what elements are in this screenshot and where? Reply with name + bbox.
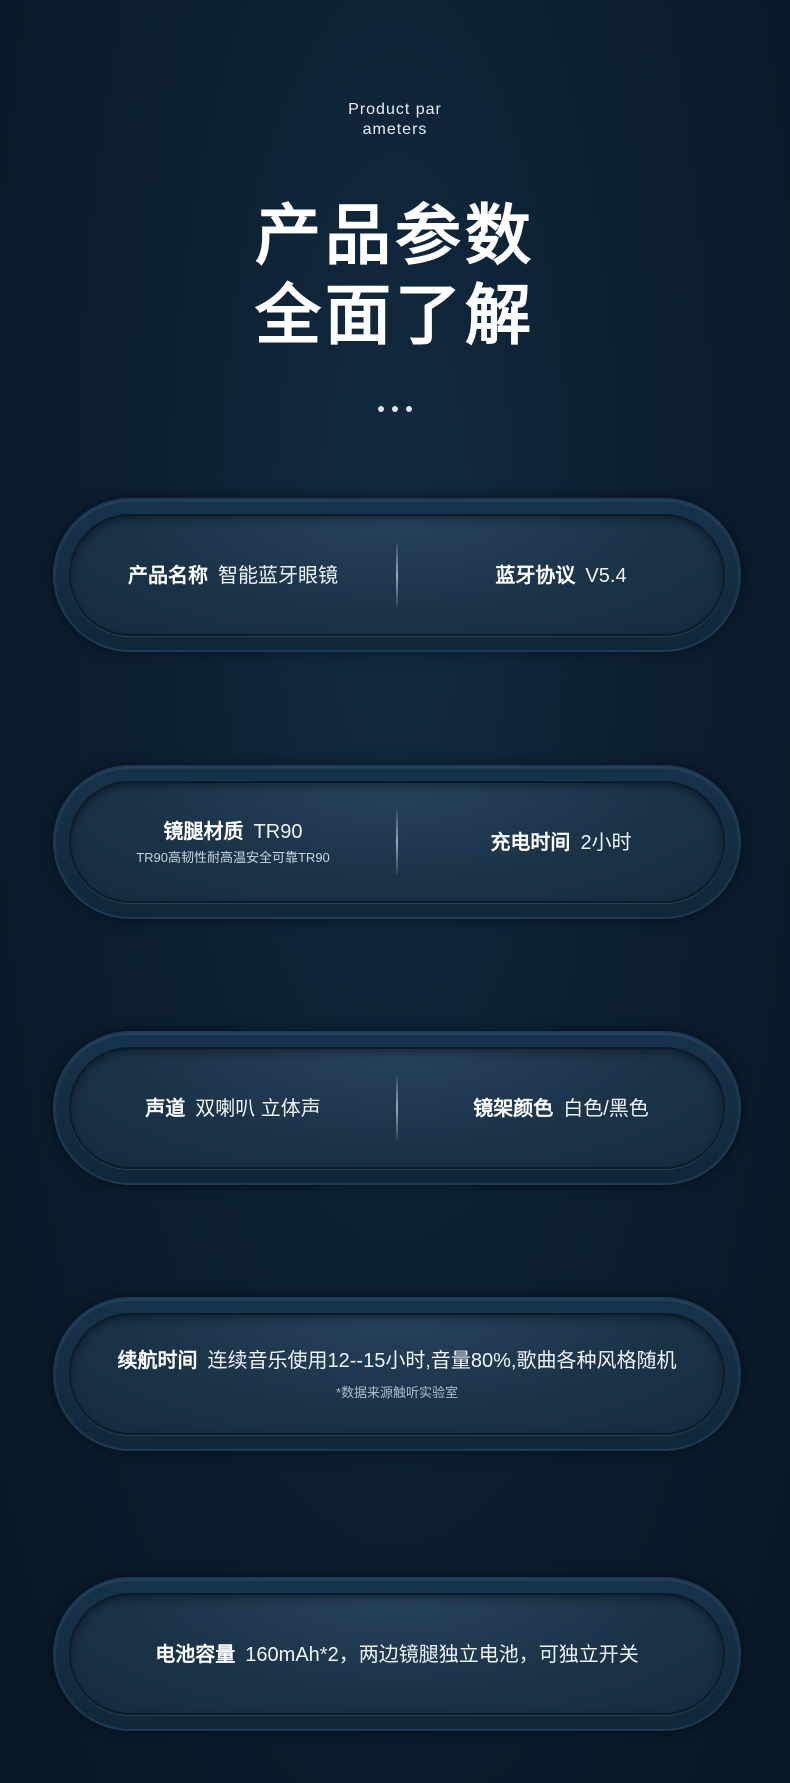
param-note: *数据来源触听实验室	[335, 1384, 459, 1400]
param-card-name-bluetooth: 产品名称 智能蓝牙眼镜 蓝牙协议 V5.4	[55, 500, 739, 650]
param-value: 160mAh*2，两边镜腿独立电池，可独立开关	[245, 1643, 639, 1666]
param-card-endurance: 续航时间 连续音乐使用12--15小时,音量80%,歌曲各种风格随机 *数据来源触…	[55, 1299, 739, 1449]
param-channel: 声道 双喇叭 立体声	[69, 1047, 397, 1169]
divider	[396, 543, 398, 607]
param-label: 镜腿材质	[163, 818, 244, 843]
param-label: 镜架颜色	[473, 1095, 554, 1120]
section-title: 产品参数 全面了解	[255, 197, 535, 354]
param-label: 电池容量	[155, 1641, 236, 1666]
param-label: 产品名称	[128, 562, 208, 587]
section-subtitle: Product par ameters	[348, 101, 442, 138]
divider	[396, 1076, 398, 1140]
param-note: TR90高韧性耐高温安全可靠TR90	[136, 849, 330, 865]
page-header: Product par ameters 产品参数 全面了解	[0, 0, 790, 430]
param-label: 蓝牙协议	[495, 562, 576, 587]
param-value: 2小时	[580, 831, 632, 854]
param-value: 智能蓝牙眼镜	[218, 564, 338, 587]
ellipsis-dots-icon	[378, 406, 412, 414]
param-bluetooth: 蓝牙协议 V5.4	[397, 514, 725, 636]
param-label: 声道	[145, 1095, 186, 1120]
param-label: 续航时间	[117, 1347, 198, 1372]
param-value: V5.4	[585, 564, 627, 587]
param-battery: 电池容量 160mAh*2，两边镜腿独立电池，可独立开关	[69, 1593, 725, 1715]
param-value: 双喇叭 立体声	[195, 1097, 321, 1120]
param-frame-color: 镜架颜色 白色/黑色	[397, 1047, 725, 1169]
param-product-name: 产品名称 智能蓝牙眼镜	[69, 514, 397, 636]
param-endurance: 续航时间 连续音乐使用12--15小时,音量80%,歌曲各种风格随机 *数据来源触…	[69, 1313, 725, 1435]
param-value: TR90	[253, 820, 303, 843]
param-value: 白色/黑色	[563, 1097, 649, 1120]
param-value: 连续音乐使用12--15小时,音量80%,歌曲各种风格随机	[207, 1349, 677, 1372]
param-charge-time: 充电时间 2小时	[397, 781, 725, 903]
param-card-channel-color: 声道 双喇叭 立体声 镜架颜色 白色/黑色	[55, 1033, 739, 1183]
param-card-battery: 电池容量 160mAh*2，两边镜腿独立电池，可独立开关	[55, 1579, 739, 1729]
param-card-temple-charge: 镜腿材质 TR90 TR90高韧性耐高温安全可靠TR90 充电时间 2小时	[55, 767, 739, 917]
param-label: 充电时间	[490, 829, 571, 854]
divider	[396, 810, 398, 874]
param-temple-material: 镜腿材质 TR90 TR90高韧性耐高温安全可靠TR90	[69, 781, 397, 903]
